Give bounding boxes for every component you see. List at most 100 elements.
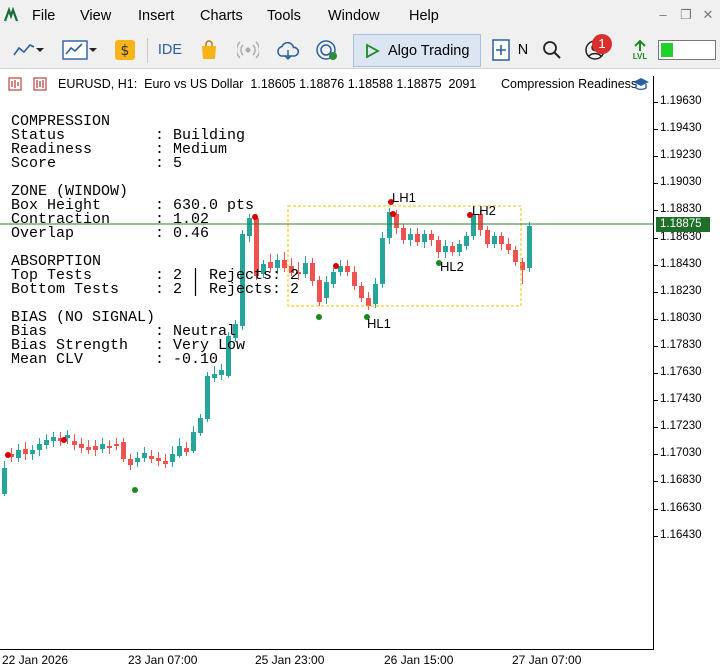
swing-label-hl2: HL2 (440, 259, 464, 274)
swing-point-marker (316, 314, 322, 320)
price-axis-tick (654, 373, 658, 374)
bull-candle (65, 435, 70, 438)
price-axis-tick (654, 427, 658, 429)
shopping-bag-icon (202, 40, 216, 59)
price-axis: 1.19630 1.19430 1.19230 1.19030 1.18830 1.186… (654, 76, 720, 650)
signals-button[interactable] (235, 37, 261, 63)
restore-icon[interactable]: ❐ (679, 8, 693, 22)
ide-button[interactable]: IDE (154, 37, 186, 63)
price-axis-label: 1.18030 (660, 311, 702, 324)
chevron-down-icon (36, 48, 44, 52)
bear-candle (121, 442, 126, 459)
search-button[interactable] (539, 37, 565, 63)
swing-label-lh1: LH1 (392, 190, 416, 205)
market-button[interactable]: $ (113, 37, 137, 63)
price-axis-label: 1.19430 (660, 122, 702, 135)
bull-candle (198, 418, 203, 433)
bear-candle (114, 444, 119, 446)
price-axis-tick (654, 129, 658, 131)
account-button[interactable]: 1 (578, 34, 612, 63)
market-store-button[interactable] (196, 37, 222, 63)
menu-window[interactable]: Window (328, 8, 380, 24)
new-order-icon (492, 39, 510, 61)
indicators-button[interactable] (58, 37, 102, 63)
close-icon[interactable]: ✕ (701, 8, 715, 22)
swing-point-marker (132, 487, 138, 493)
bear-candle (163, 461, 168, 464)
price-axis-label: 1.18430 (660, 257, 702, 270)
chart-type-button[interactable] (8, 37, 50, 63)
bull-candle (16, 450, 21, 458)
bull-candle (443, 246, 448, 252)
bull-candle (30, 450, 35, 454)
bull-candle (37, 444, 42, 450)
price-axis-label: 1.17630 (660, 366, 702, 378)
vps-button[interactable] (274, 37, 302, 63)
bear-candle (513, 250, 518, 262)
bull-candle (51, 437, 56, 441)
bull-candle (331, 272, 336, 284)
bull-candle (170, 454, 175, 462)
bull-candle (492, 236, 497, 244)
bull-candle (324, 282, 329, 298)
bull-candle (135, 458, 140, 462)
menu-insert[interactable]: Insert (138, 8, 174, 24)
bear-candle (72, 441, 77, 445)
swing-point-marker (5, 452, 11, 458)
price-axis-label: 1.19230 (660, 149, 702, 162)
bear-candle (485, 230, 490, 244)
price-axis-label: 1.18830 (660, 203, 702, 216)
svg-text:$: $ (121, 43, 130, 59)
price-axis-label: 1.17230 (660, 420, 702, 433)
menu-tools[interactable]: Tools (267, 8, 301, 24)
bull-candle (219, 370, 224, 375)
level-button[interactable]: LVL (628, 37, 652, 63)
bear-candle (310, 263, 315, 281)
menu-help[interactable]: Help (409, 8, 439, 24)
price-axis-label: 1.17430 (660, 393, 702, 406)
algo-trading-label: Algo Trading (388, 42, 470, 59)
price-axis-label: 1.18630 (660, 230, 702, 243)
bear-candle (436, 240, 441, 252)
new-order-label: N (517, 42, 529, 58)
price-axis-tick (654, 156, 658, 158)
menu-view[interactable]: View (80, 8, 111, 24)
bear-candle (317, 280, 322, 302)
bull-candle (142, 453, 147, 458)
search-icon (543, 41, 561, 59)
time-label: 27 Jan 07:00 (512, 653, 582, 667)
swing-point-marker (252, 214, 258, 220)
trading-hub-button[interactable] (313, 37, 341, 63)
price-axis-label: 1.17830 (660, 338, 702, 351)
menu-bar: File View Insert Charts Tools Window Hel… (0, 0, 720, 32)
panel-line: Score : 5 (11, 155, 183, 172)
swing-point-marker (390, 211, 396, 217)
bear-candle (401, 228, 406, 240)
bull-candle (177, 446, 182, 456)
price-axis-label: 1.19030 (660, 176, 702, 189)
current-price-value: 1.18875 (660, 218, 702, 230)
bear-candle (345, 266, 350, 272)
menu-file[interactable]: File (32, 8, 55, 24)
bear-candle (359, 286, 364, 298)
metatrader-app-icon[interactable] (3, 7, 19, 23)
minimize-icon[interactable]: – (656, 8, 670, 22)
price-axis-tick (654, 264, 658, 266)
algo-trading-button[interactable]: Algo Trading (353, 34, 481, 67)
bear-candle (366, 298, 371, 306)
bull-candle (464, 236, 469, 246)
bull-candle (2, 468, 7, 494)
bull-candle (457, 244, 462, 252)
current-price-tag: 1.18875 (656, 217, 710, 232)
price-axis-label: 1.18230 (660, 284, 702, 297)
bear-candle (499, 236, 504, 244)
play-icon (366, 42, 380, 59)
broadcast-icon (237, 41, 259, 59)
menu-charts[interactable]: Charts (200, 8, 243, 24)
bear-candle (450, 246, 455, 252)
bull-candle (527, 226, 532, 268)
time-axis: 22 Jan 2026 23 Jan 07:00 25 Jan 23:00 26… (0, 650, 720, 668)
price-axis-label: 1.19630 (660, 95, 702, 107)
bull-candle (212, 374, 217, 378)
new-order-button[interactable]: N (489, 37, 531, 63)
